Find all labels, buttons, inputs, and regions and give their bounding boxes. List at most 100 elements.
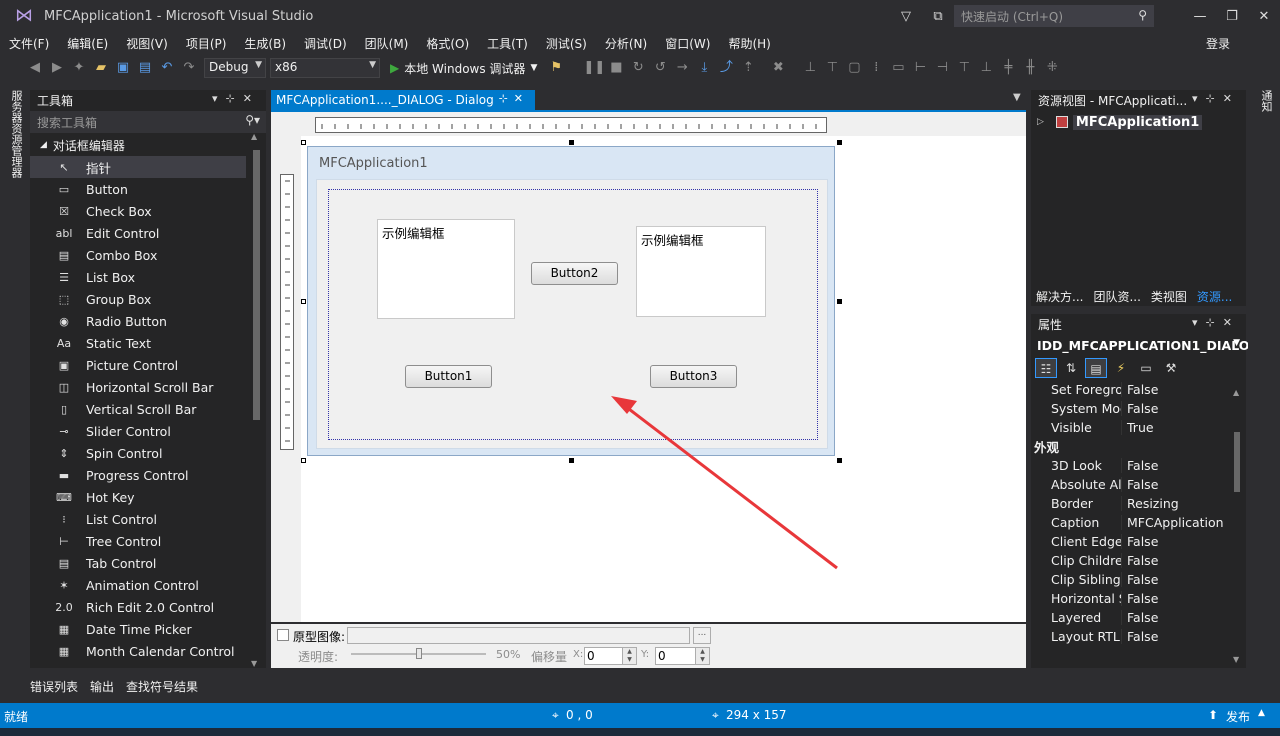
toolbox-item[interactable]: ◉ Radio Button [30, 310, 246, 332]
messages-icon[interactable]: ▭ [1135, 358, 1157, 378]
toolbox-item[interactable]: ⊸ Slider Control [30, 420, 246, 442]
property-value[interactable]: True [1121, 420, 1246, 435]
toolbox-item[interactable]: ▣ Picture Control [30, 354, 246, 376]
toolbox-group-dialog-editor[interactable]: ◢ 对话框编辑器 [30, 134, 266, 156]
tab-output[interactable]: 输出 [90, 678, 114, 695]
align-left-icon[interactable]: ⊢ [909, 57, 931, 79]
expand-icon[interactable]: ▷ [1037, 117, 1044, 127]
undo-icon[interactable]: ↶ [156, 57, 178, 79]
panel-controls[interactable]: ▾⊹✕ [1192, 316, 1240, 329]
spin-arrows-icon[interactable]: ▲ ▼ [695, 648, 709, 664]
toolbox-item[interactable]: ▦ Date Time Picker [30, 618, 246, 640]
menu-edit[interactable]: 编辑(E) [58, 35, 117, 52]
tab-overflow-icon[interactable]: ▼ [1013, 92, 1021, 103]
toolbox-item[interactable]: ▤ Combo Box [30, 244, 246, 266]
platform-select[interactable]: x86 ▼ [270, 58, 380, 78]
pause-icon[interactable]: ❚❚ [583, 57, 605, 79]
property-value[interactable]: False [1121, 458, 1246, 473]
toolbox-item[interactable]: ↖ 指针 [30, 156, 246, 178]
toolbox-item[interactable]: ▬ Progress Control [30, 464, 246, 486]
menu-window[interactable]: 窗口(W) [656, 35, 719, 52]
step-out-icon[interactable]: ⤴ [715, 57, 737, 79]
new-project-icon[interactable]: ✦ [68, 57, 90, 79]
notifications-tab[interactable]: 通知 [1258, 90, 1274, 112]
tab-resource-view[interactable]: 资源... [1192, 288, 1237, 305]
property-row[interactable]: Set ForegrounFalse [1031, 380, 1246, 399]
align-top-icon[interactable]: ⊤ [953, 57, 975, 79]
menu-team[interactable]: 团队(M) [356, 35, 418, 52]
publish-icon[interactable]: ⬆ [1208, 708, 1218, 722]
properties-object-select[interactable]: IDD_MFCAPPLICATION1_DIALO ▼ [1031, 334, 1249, 356]
property-value[interactable]: False [1121, 572, 1246, 587]
step-over-icon[interactable]: ⤓ [693, 57, 715, 79]
property-row[interactable]: Border Resizing [1031, 494, 1246, 513]
tab-find-symbol-results[interactable]: 查找符号结果 [126, 678, 198, 695]
toolbox-item[interactable]: ⇕ Spin Control [30, 442, 246, 464]
align-bottoms-icon[interactable]: ⊥ [799, 57, 821, 79]
stop-icon[interactable]: ■ [605, 57, 627, 79]
property-row[interactable]: Client Edge False [1031, 532, 1246, 551]
chevron-up-icon[interactable]: ▲ [1258, 708, 1265, 718]
property-value[interactable]: False [1121, 610, 1246, 625]
space-across-icon[interactable]: ⁜ [1041, 57, 1063, 79]
property-row[interactable]: System ModalFalse [1031, 399, 1246, 418]
back-icon[interactable]: ◀ [24, 57, 46, 79]
property-category[interactable]: 外观 [1031, 437, 1246, 456]
events-icon[interactable]: ⚡ [1110, 358, 1132, 378]
restore-button[interactable]: ❐ [1216, 9, 1248, 24]
toolbox-item[interactable]: abl Edit Control [30, 222, 246, 244]
align-bottom-icon[interactable]: ⊥ [975, 57, 997, 79]
toolbox-scrollbar[interactable]: ▲ ▼ [250, 132, 262, 668]
forward-icon[interactable]: ▶ [46, 57, 68, 79]
tab-solution-explorer[interactable]: 解决方... [1031, 288, 1088, 305]
prototype-image-path[interactable] [347, 627, 690, 644]
quick-launch-input[interactable]: 快速启动 (Ctrl+Q) ⚲ [954, 5, 1154, 27]
tab-class-view[interactable]: 类视图 [1146, 288, 1192, 305]
property-row[interactable]: Absolute AlignFalse [1031, 475, 1246, 494]
center-vertical-icon[interactable]: ╪ [997, 57, 1019, 79]
step-up-icon[interactable]: ⇡ [737, 57, 759, 79]
property-row[interactable]: Layered False [1031, 608, 1246, 627]
toolbox-item[interactable]: ⊢ Tree Control [30, 530, 246, 552]
save-icon[interactable]: ▣ [112, 57, 134, 79]
close-button[interactable]: ✕ [1248, 9, 1280, 24]
panel-controls[interactable]: ▾⊹✕ [1192, 92, 1240, 105]
property-row[interactable]: Clip Siblings False [1031, 570, 1246, 589]
menu-debug[interactable]: 调试(D) [295, 35, 356, 52]
menu-project[interactable]: 项目(P) [177, 35, 236, 52]
step-into-icon[interactable]: → [671, 57, 693, 79]
toolbox-item[interactable]: ▤ Tab Control [30, 552, 246, 574]
alphabetical-icon[interactable]: ⇅ [1060, 358, 1082, 378]
property-row[interactable]: Horizontal ScrFalse [1031, 589, 1246, 608]
test-dialog-icon[interactable]: ▭ [887, 57, 909, 79]
property-value[interactable]: False [1121, 553, 1246, 568]
property-row[interactable]: Visible True [1031, 418, 1246, 437]
notifications-strip[interactable]: 通知 [1248, 86, 1280, 666]
toolbox-item[interactable]: ⌨ Hot Key [30, 486, 246, 508]
property-value[interactable]: False [1121, 591, 1246, 606]
opacity-slider-thumb[interactable] [416, 648, 422, 659]
menu-build[interactable]: 生成(B) [235, 35, 295, 52]
menu-tools[interactable]: 工具(T) [478, 35, 537, 52]
resource-tree-root[interactable]: ▷ MFCApplication1 [1031, 112, 1246, 132]
property-row[interactable]: Clip ChildrenFalse [1031, 551, 1246, 570]
toolbox-item[interactable]: ▭ Button [30, 178, 246, 200]
property-value[interactable]: False [1121, 477, 1246, 492]
offset-y-input[interactable]: 0 ▲ ▼ [655, 647, 710, 665]
toolbox-item[interactable]: ▦ Month Calendar Control [30, 640, 246, 662]
sign-in-link[interactable]: 登录 [1206, 35, 1230, 52]
property-value[interactable]: False [1121, 629, 1246, 644]
align-right-icon[interactable]: ⊣ [931, 57, 953, 79]
spin-arrows-icon[interactable]: ▲ ▼ [622, 648, 636, 664]
toolbox-search-input[interactable]: 搜索工具箱 ⚲▾ [30, 111, 266, 133]
toolbox-item[interactable]: ☰ List Box [30, 266, 246, 288]
categorized-icon[interactable]: ☷ [1035, 358, 1057, 378]
panel-controls[interactable]: ▾⊹✕ [212, 92, 260, 105]
properties-icon[interactable]: ▤ [1085, 358, 1107, 378]
show-next-statement-icon[interactable]: ↺ [649, 57, 671, 79]
menu-format[interactable]: 格式(O) [417, 35, 478, 52]
tab-pin-close-icon[interactable]: ⊹✕ [499, 92, 529, 105]
server-explorer-tab[interactable]: 服务器资源管理器 [8, 90, 24, 178]
tab-order-icon[interactable]: ▢ [843, 57, 865, 79]
offset-x-input[interactable]: 0 ▲ ▼ [584, 647, 637, 665]
